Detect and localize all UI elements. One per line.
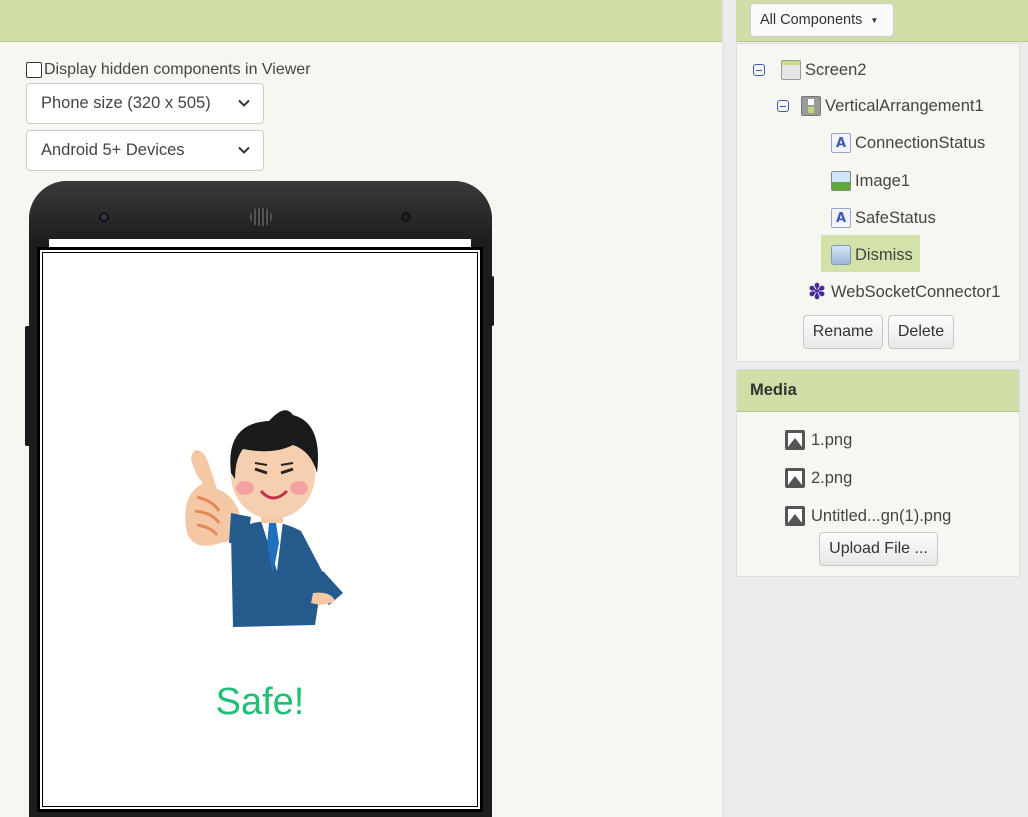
media-file-name: 1.png <box>811 430 853 449</box>
image-icon <box>831 171 851 191</box>
thumbs-up-businessman-image[interactable] <box>173 393 353 633</box>
vertical-arrangement-icon <box>801 96 821 116</box>
tree-item-verticalarrangement1[interactable]: VerticalArrangement1 <box>777 94 984 118</box>
phone-size-value: Phone size (320 x 505) <box>41 94 211 112</box>
tree-item-safestatus[interactable]: A SafeStatus <box>831 206 936 230</box>
media-title: Media <box>737 370 1019 412</box>
tree-item-connectionstatus[interactable]: A ConnectionStatus <box>831 131 985 155</box>
components-side-panel: All Components ▼ Screen2 VerticalArrange… <box>724 0 1028 817</box>
component-tree: Screen2 VerticalArrangement1 A Connectio… <box>736 43 1020 362</box>
chevron-down-icon <box>238 146 250 154</box>
sensor-icon <box>401 212 411 222</box>
tree-item-label: VerticalArrangement1 <box>825 96 984 115</box>
media-file-item[interactable]: 1.png <box>785 428 852 452</box>
image-file-icon <box>785 468 805 488</box>
phone-mockup: Safe! <box>25 181 494 817</box>
label-icon: A <box>831 133 851 153</box>
delete-button[interactable]: Delete <box>888 315 954 349</box>
upload-file-button[interactable]: Upload File ... <box>819 532 938 566</box>
phone-power-button <box>488 276 494 326</box>
front-camera-icon <box>99 212 109 222</box>
tree-item-label: Dismiss <box>855 245 913 264</box>
phone-speaker <box>250 208 272 226</box>
vertical-arrangement-frame[interactable]: Safe! <box>42 252 478 807</box>
all-components-dropdown[interactable]: All Components ▼ <box>750 3 894 37</box>
phone-volume-button <box>25 326 31 446</box>
caret-down-icon: ▼ <box>870 15 879 25</box>
tree-item-label: Image1 <box>855 171 911 190</box>
media-panel: Media 1.png 2.png Untitled...gn(1).png U… <box>736 369 1020 577</box>
extension-puzzle-icon: ✽ <box>807 279 827 304</box>
components-header: All Components ▼ <box>736 0 1028 42</box>
media-file-item[interactable]: Untitled...gn(1).png <box>785 504 951 528</box>
media-file-item[interactable]: 2.png <box>785 466 852 490</box>
tree-item-dismiss[interactable]: Dismiss <box>831 243 913 267</box>
show-hidden-components-row[interactable]: Display hidden components in Viewer <box>26 61 311 79</box>
tree-item-screen2[interactable]: Screen2 <box>753 58 866 82</box>
image-file-icon <box>785 430 805 450</box>
screen-icon <box>781 60 801 80</box>
label-icon: A <box>831 208 851 228</box>
button-icon <box>831 245 851 265</box>
media-file-name: 2.png <box>811 468 853 487</box>
tree-item-image1[interactable]: Image1 <box>831 169 910 193</box>
media-file-name: Untitled...gn(1).png <box>811 506 952 525</box>
phone-status-bar <box>49 239 471 247</box>
all-components-label: All Components <box>760 12 863 28</box>
phone-size-select[interactable]: Phone size (320 x 505) <box>26 83 264 124</box>
viewer-panel: Display hidden components in Viewer Phon… <box>0 0 724 817</box>
viewer-header <box>0 0 724 42</box>
tree-item-label: SafeStatus <box>855 208 936 227</box>
tree-item-label: ConnectionStatus <box>855 133 986 152</box>
device-select[interactable]: Android 5+ Devices <box>26 130 264 171</box>
phone-screen: Safe! <box>37 247 483 812</box>
collapse-icon[interactable] <box>777 100 789 112</box>
tree-item-websocketconnector1[interactable]: ✽ WebSocketConnector1 <box>807 279 1001 304</box>
show-hidden-label: Display hidden components in Viewer <box>44 61 311 78</box>
chevron-down-icon <box>238 99 250 107</box>
image-file-icon <box>785 506 805 526</box>
phone-bezel-top <box>29 181 492 243</box>
device-value: Android 5+ Devices <box>41 141 185 159</box>
rename-button[interactable]: Rename <box>803 315 883 349</box>
safe-status-label[interactable]: Safe! <box>43 681 477 724</box>
tree-item-label: WebSocketConnector1 <box>831 282 1001 301</box>
collapse-icon[interactable] <box>753 64 765 76</box>
tree-item-label: Screen2 <box>805 60 867 79</box>
show-hidden-checkbox[interactable] <box>26 62 42 78</box>
